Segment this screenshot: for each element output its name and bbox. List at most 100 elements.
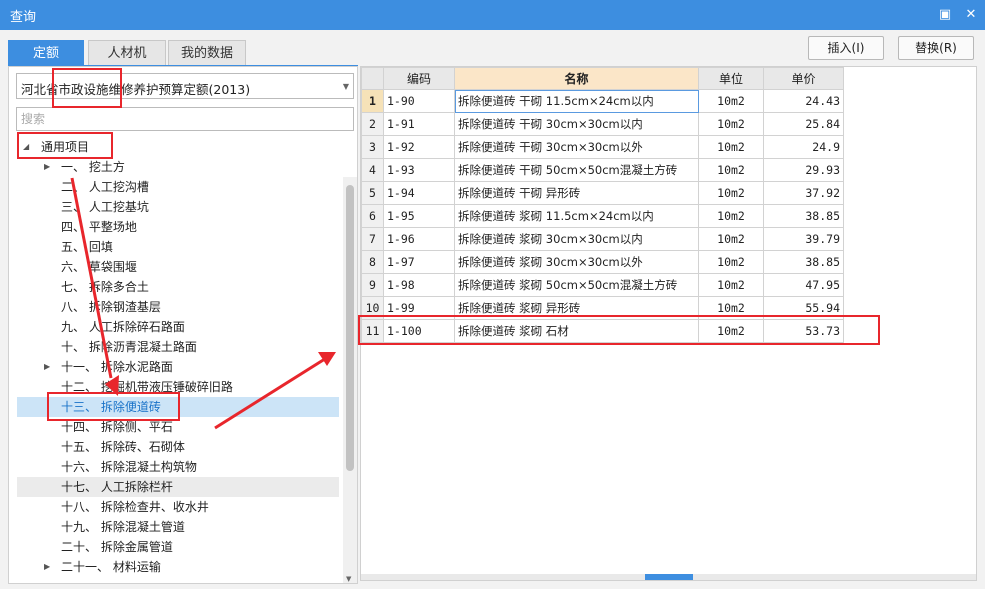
name-cell[interactable]: 拆除便道砖 干砌 11.5cm×24cm以内 xyxy=(454,89,699,113)
code-cell[interactable]: 1-98 xyxy=(383,273,455,297)
insert-button[interactable]: 插入(I) xyxy=(808,36,884,60)
table-row[interactable]: 7 1-96 拆除便道砖 浆砌 30cm×30cm以内 10m2 39.79 xyxy=(361,227,844,251)
row-number[interactable]: 4 xyxy=(361,158,384,182)
name-cell[interactable]: 拆除便道砖 干砌 30cm×30cm以内 xyxy=(454,112,699,136)
code-cell[interactable]: 1-94 xyxy=(383,181,455,205)
chevron-down-icon[interactable]: ▼ xyxy=(343,82,349,91)
unit-cell[interactable]: 10m2 xyxy=(698,273,764,297)
expand-icon[interactable]: ▶ xyxy=(44,557,50,577)
price-cell[interactable]: 37.92 xyxy=(763,181,844,205)
tree-item[interactable]: 二、 人工挖沟槽 xyxy=(17,177,339,197)
unit-cell[interactable]: 10m2 xyxy=(698,181,764,205)
price-cell[interactable]: 24.9 xyxy=(763,135,844,159)
code-cell[interactable]: 1-96 xyxy=(383,227,455,251)
table-row[interactable]: 4 1-93 拆除便道砖 干砌 50cm×50cm混凝土方砖 10m2 29.93 xyxy=(361,158,844,182)
row-number[interactable]: 3 xyxy=(361,135,384,159)
tree-item[interactable]: 七、 拆除多合土 xyxy=(17,277,339,297)
column-header-code[interactable]: 编码 xyxy=(383,67,455,90)
column-header-name[interactable]: 名称 xyxy=(454,67,699,90)
unit-cell[interactable]: 10m2 xyxy=(698,250,764,274)
unit-cell[interactable]: 10m2 xyxy=(698,112,764,136)
tree-item[interactable]: 四、 平整场地 xyxy=(17,217,339,237)
tree-item[interactable]: 五、 回填 xyxy=(17,237,339,257)
name-cell[interactable]: 拆除便道砖 浆砌 30cm×30cm以内 xyxy=(454,227,699,251)
price-cell[interactable]: 38.85 xyxy=(763,204,844,228)
column-header-unit[interactable]: 单位 xyxy=(698,67,764,90)
price-cell[interactable]: 39.79 xyxy=(763,227,844,251)
price-cell[interactable]: 29.93 xyxy=(763,158,844,182)
tree-item-label: 二十、 拆除金属管道 xyxy=(61,540,173,554)
name-cell[interactable]: 拆除便道砖 浆砌 30cm×30cm以外 xyxy=(454,250,699,274)
code-cell[interactable]: 1-90 xyxy=(383,89,455,113)
horizontal-scrollbar[interactable] xyxy=(361,574,976,580)
collapse-handle[interactable] xyxy=(645,574,693,580)
table-row[interactable]: 6 1-95 拆除便道砖 浆砌 11.5cm×24cm以内 10m2 38.85 xyxy=(361,204,844,228)
tree-item[interactable]: 十五、 拆除砖、石砌体 xyxy=(17,437,339,457)
chapter-tree: ◢ 通用项目 ▶ 一、 挖土方 二、 人工挖沟槽 三、 人工挖基坑 四、 平整场地 五、 … xyxy=(17,137,339,577)
tree-item[interactable]: 九、 人工拆除碎石路面 xyxy=(17,317,339,337)
code-cell[interactable]: 1-97 xyxy=(383,250,455,274)
tree-item[interactable]: 十九、 拆除混凝土管道 xyxy=(17,517,339,537)
tree-item-label: 六、 草袋围堰 xyxy=(61,260,137,274)
tree-item[interactable]: ▶ 二十一、 材料运输 xyxy=(17,557,339,577)
row-number[interactable]: 7 xyxy=(361,227,384,251)
table-row[interactable]: 2 1-91 拆除便道砖 干砌 30cm×30cm以内 10m2 25.84 xyxy=(361,112,844,136)
tree-item[interactable]: 六、 草袋围堰 xyxy=(17,257,339,277)
replace-button[interactable]: 替换(R) xyxy=(898,36,974,60)
row-number[interactable]: 6 xyxy=(361,204,384,228)
tree-item[interactable]: 十八、 拆除检查井、收水井 xyxy=(17,497,339,517)
row-number[interactable]: 5 xyxy=(361,181,384,205)
unit-cell[interactable]: 10m2 xyxy=(698,135,764,159)
table-row[interactable]: 8 1-97 拆除便道砖 浆砌 30cm×30cm以外 10m2 38.85 xyxy=(361,250,844,274)
tree-scrollbar[interactable]: ▼ xyxy=(343,177,357,583)
row-number[interactable]: 8 xyxy=(361,250,384,274)
tab-labor-material-machine[interactable]: 人材机 xyxy=(88,40,166,65)
expand-icon[interactable]: ▶ xyxy=(44,357,50,377)
tree-item[interactable]: 二十、 拆除金属管道 xyxy=(17,537,339,557)
column-header-price[interactable]: 单价 xyxy=(763,67,844,90)
table-row[interactable]: 1 1-90 拆除便道砖 干砌 11.5cm×24cm以内 10m2 24.43 xyxy=(361,89,844,113)
code-cell[interactable]: 1-91 xyxy=(383,112,455,136)
name-cell[interactable]: 拆除便道砖 浆砌 50cm×50cm混凝土方砖 xyxy=(454,273,699,297)
restore-icon[interactable]: ▣ xyxy=(934,4,956,26)
quota-table: 编码 名称 单位 单价 1 1-90 拆除便道砖 干砌 11.5cm×24cm以内 1… xyxy=(361,67,844,343)
unit-cell[interactable]: 10m2 xyxy=(698,204,764,228)
search-input[interactable]: 搜索 xyxy=(16,107,354,131)
table-row[interactable]: 3 1-92 拆除便道砖 干砌 30cm×30cm以外 10m2 24.9 xyxy=(361,135,844,159)
name-cell[interactable]: 拆除便道砖 干砌 50cm×50cm混凝土方砖 xyxy=(454,158,699,182)
price-cell[interactable]: 25.84 xyxy=(763,112,844,136)
tree-item[interactable]: 十七、 人工拆除栏杆 xyxy=(17,477,339,497)
name-cell[interactable]: 拆除便道砖 浆砌 11.5cm×24cm以内 xyxy=(454,204,699,228)
unit-cell[interactable]: 10m2 xyxy=(698,158,764,182)
row-number[interactable]: 1 xyxy=(361,89,384,113)
name-cell[interactable]: 拆除便道砖 干砌 30cm×30cm以外 xyxy=(454,135,699,159)
table-row[interactable]: 5 1-94 拆除便道砖 干砌 异形砖 10m2 37.92 xyxy=(361,181,844,205)
row-number[interactable]: 2 xyxy=(361,112,384,136)
scrollbar-thumb[interactable] xyxy=(346,185,354,471)
tree-item[interactable]: 三、 人工挖基坑 xyxy=(17,197,339,217)
close-icon[interactable]: ✕ xyxy=(960,4,982,26)
annotation-box-selected-chapter xyxy=(47,392,180,421)
tree-item[interactable]: 十六、 拆除混凝土构筑物 xyxy=(17,457,339,477)
code-cell[interactable]: 1-92 xyxy=(383,135,455,159)
tab-quota[interactable]: 定额 xyxy=(8,40,84,65)
tab-my-data[interactable]: 我的数据 xyxy=(168,40,246,65)
price-cell[interactable]: 47.95 xyxy=(763,273,844,297)
unit-cell[interactable]: 10m2 xyxy=(698,227,764,251)
tree-item[interactable]: ▶ 十一、 拆除水泥路面 xyxy=(17,357,339,377)
table-row[interactable]: 9 1-98 拆除便道砖 浆砌 50cm×50cm混凝土方砖 10m2 47.95 xyxy=(361,273,844,297)
price-cell[interactable]: 38.85 xyxy=(763,250,844,274)
tree-item[interactable]: 十、 拆除沥青混凝土路面 xyxy=(17,337,339,357)
tree-item[interactable]: 八、 拆除钢渣基层 xyxy=(17,297,339,317)
tree-item-label: 二十一、 材料运输 xyxy=(61,560,161,574)
row-number[interactable]: 9 xyxy=(361,273,384,297)
name-cell[interactable]: 拆除便道砖 干砌 异形砖 xyxy=(454,181,699,205)
table-header: 编码 名称 单位 单价 xyxy=(361,67,844,90)
price-cell[interactable]: 24.43 xyxy=(763,89,844,113)
unit-cell[interactable]: 10m2 xyxy=(698,89,764,113)
expand-icon[interactable]: ▶ xyxy=(44,157,50,177)
code-cell[interactable]: 1-93 xyxy=(383,158,455,182)
code-cell[interactable]: 1-95 xyxy=(383,204,455,228)
scroll-down-icon[interactable]: ▼ xyxy=(346,575,351,583)
tree-item[interactable]: ▶ 一、 挖土方 xyxy=(17,157,339,177)
